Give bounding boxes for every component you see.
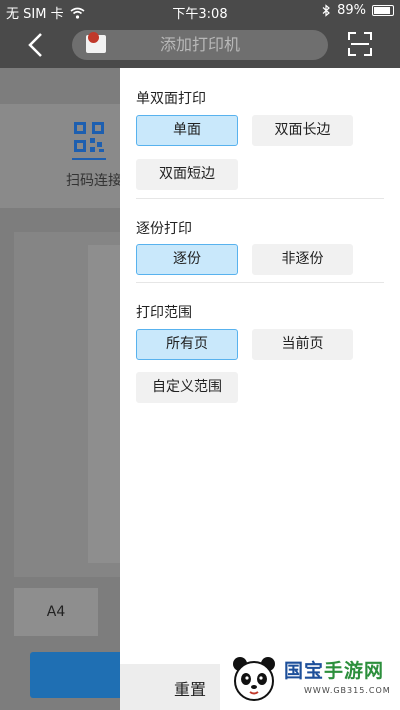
print-button[interactable] xyxy=(30,652,120,698)
section-title-collate: 逐份打印 xyxy=(136,221,192,237)
option-no-collate[interactable]: 非逐份 xyxy=(252,244,353,275)
option-duplex-long-edge[interactable]: 双面长边 xyxy=(252,115,353,146)
watermark-name: 国宝手游网 xyxy=(284,660,385,682)
section-divider xyxy=(136,282,384,283)
section-title-duplex: 单双面打印 xyxy=(136,91,206,107)
watermark-url: WWW.GB315.COM xyxy=(304,686,391,695)
print-settings-panel: 单双面打印 单面 双面长边 双面短边 逐份打印 逐份 非逐份 打印范围 所有页 … xyxy=(120,68,400,710)
bluetooth-icon xyxy=(322,4,331,17)
status-bar: 无 SIM 卡 下午3:08 89% xyxy=(0,0,400,22)
option-custom-range[interactable]: 自定义范围 xyxy=(136,372,238,403)
option-all-pages[interactable]: 所有页 xyxy=(136,329,238,360)
scan-frame-icon[interactable] xyxy=(348,32,372,56)
paper-size-option[interactable]: A4 xyxy=(14,588,98,636)
battery-icon xyxy=(372,5,394,16)
search-placeholder: 添加打印机 xyxy=(159,35,240,54)
watermark-logo: 国宝手游网 WWW.GB315.COM xyxy=(220,648,400,710)
section-divider xyxy=(136,198,384,199)
panda-logo-icon xyxy=(233,657,275,701)
option-current-page[interactable]: 当前页 xyxy=(252,329,353,360)
option-duplex-short-edge[interactable]: 双面短边 xyxy=(136,159,238,190)
printer-icon xyxy=(86,32,106,53)
back-arrow-icon[interactable] xyxy=(26,32,46,58)
section-title-print-range: 打印范围 xyxy=(136,305,192,321)
reset-button[interactable]: 重置 xyxy=(174,676,206,700)
printer-search-bar[interactable]: 添加打印机 xyxy=(72,30,328,60)
battery-percent: 89% xyxy=(337,3,366,18)
option-collate[interactable]: 逐份 xyxy=(136,244,238,275)
option-single-sided[interactable]: 单面 xyxy=(136,115,238,146)
qr-code-icon xyxy=(72,122,106,160)
preview-page xyxy=(88,245,120,563)
scan-connect-label: 扫码连接 xyxy=(66,173,122,189)
nav-bar: 添加打印机 xyxy=(0,22,400,68)
